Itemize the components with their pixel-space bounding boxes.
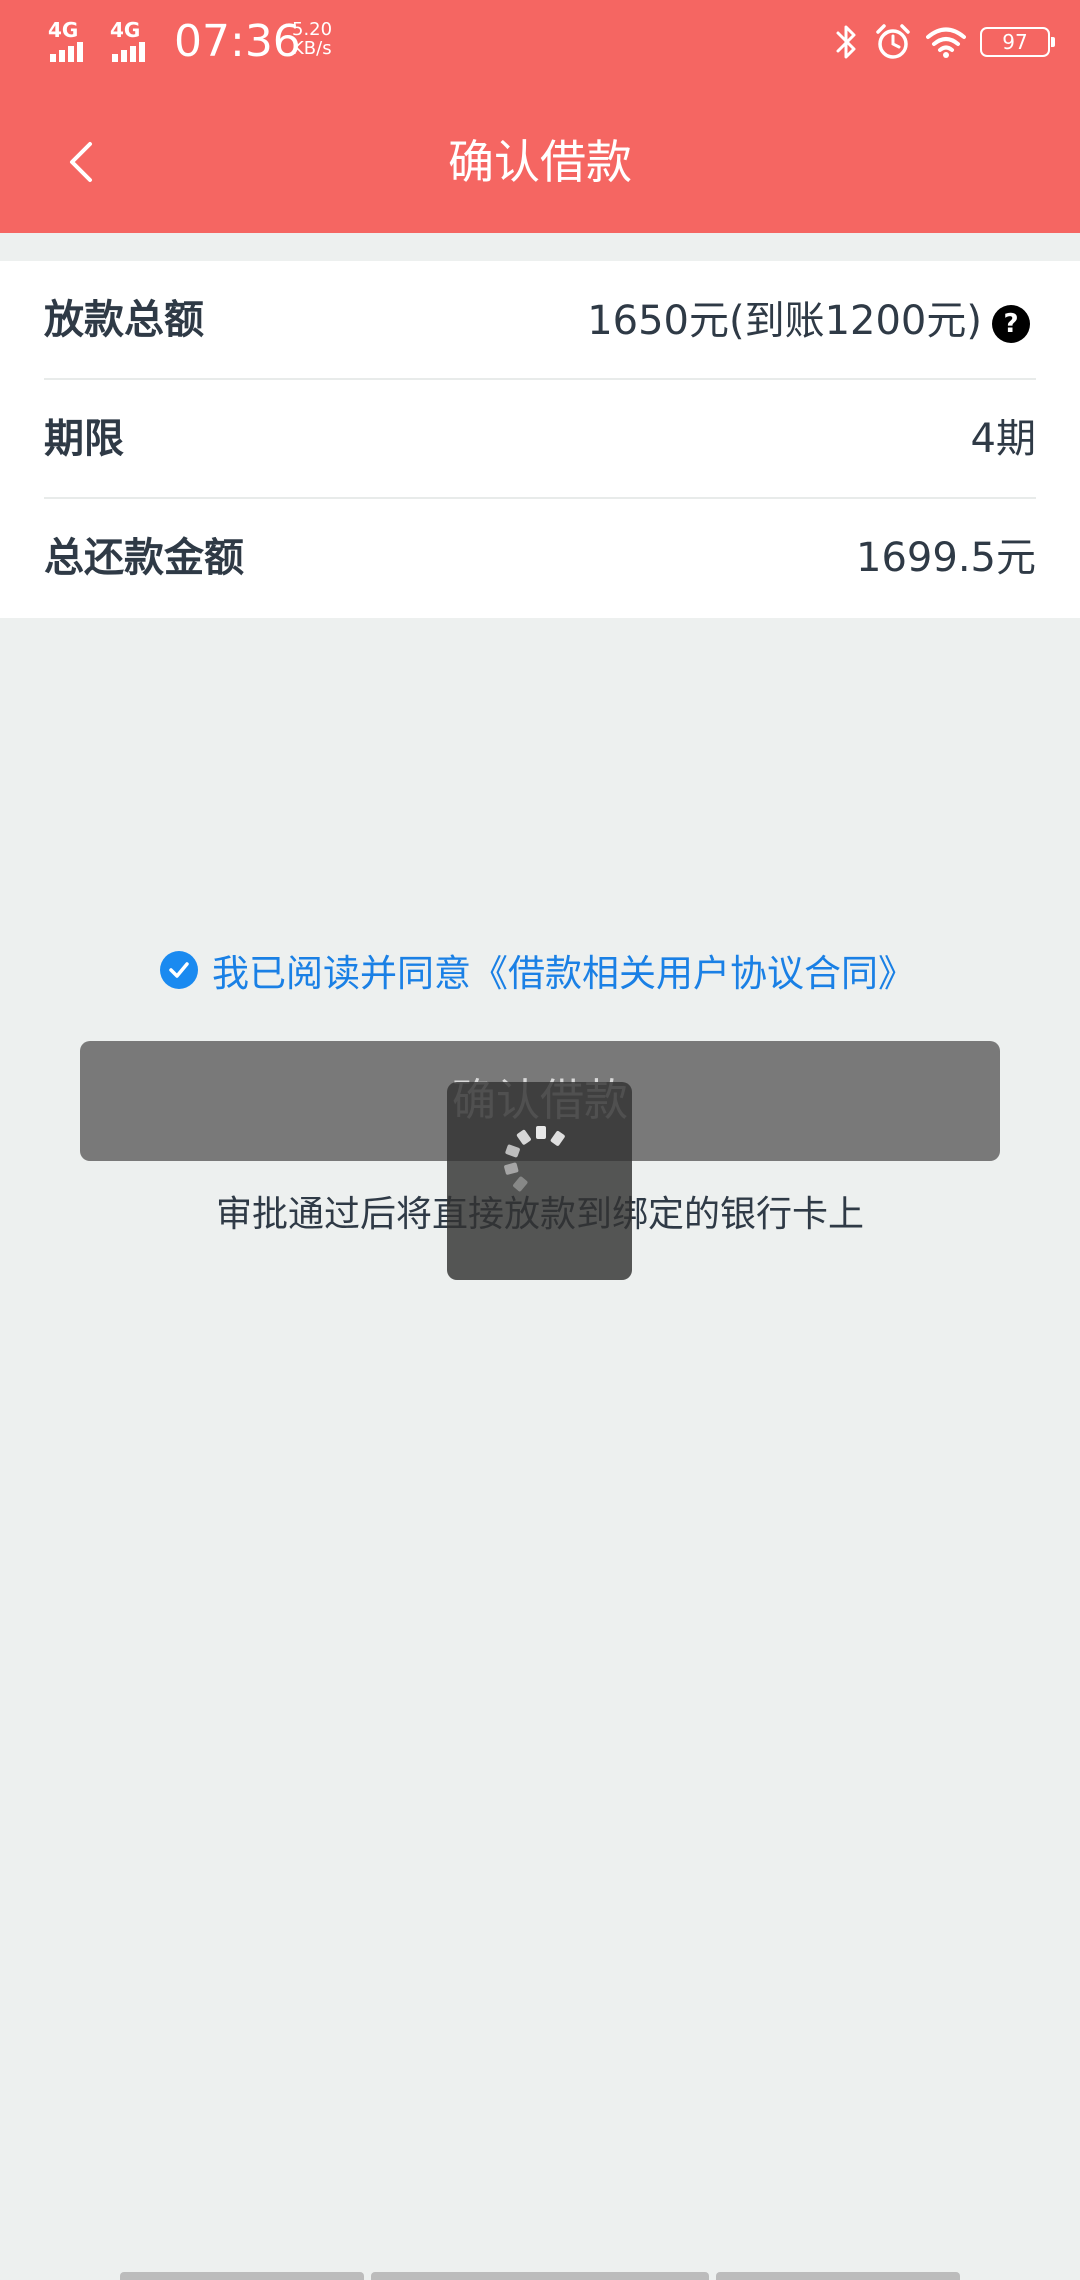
network-speed-value: 5.20 [292, 19, 333, 40]
spinner-icon [503, 1126, 565, 1192]
agreement-text: 我已阅读并同意 [212, 952, 471, 995]
status-icons: 97 [834, 18, 1055, 66]
nav-bar-segment [716, 2272, 960, 2280]
loan-term-row: 期限 4期 [0, 380, 1080, 499]
battery-icon: 97 [980, 27, 1055, 57]
network-speed: 5.20 KB/s [292, 20, 352, 58]
status-time: 07:36 [174, 16, 301, 67]
loan-info-card: 放款总额 1650元(到账1200元) ? 期限 4期 总还款金额 1699.5… [0, 261, 1080, 618]
back-arrow-icon [70, 142, 92, 182]
network-speed-unit: KB/s [292, 38, 332, 59]
help-icon[interactable]: ? [992, 304, 1030, 343]
signal-bars-icon [112, 40, 152, 62]
battery-level: 97 [1002, 30, 1028, 54]
check-icon [169, 962, 189, 978]
nav-bar-segment [120, 2272, 364, 2280]
signal-bars-icon [50, 40, 90, 62]
page-title: 确认借款 [448, 135, 632, 189]
loan-amount-row: 放款总额 1650元(到账1200元) ? [0, 261, 1080, 380]
bluetooth-icon [834, 22, 860, 62]
total-repayment-row: 总还款金额 1699.5元 [0, 499, 1080, 618]
network-type-label: 4G [48, 18, 79, 42]
status-bar: 4G 4G 07:36 5.20 KB/s 97 [0, 0, 1080, 84]
total-repayment-label: 总还款金额 [44, 535, 244, 581]
loan-amount-value-group: 1650元(到账1200元) ? [587, 261, 1030, 380]
agreement-link[interactable]: 《借款相关用户协议合同》 [471, 943, 915, 997]
network-type-label: 4G [110, 18, 141, 42]
wifi-icon [926, 26, 966, 58]
agreement-checkbox[interactable] [160, 951, 198, 989]
agreement-row: 我已阅读并同意 《借款相关用户协议合同》 [160, 940, 940, 1000]
loading-overlay [447, 1082, 632, 1280]
back-button[interactable] [48, 120, 112, 204]
nav-bar-segment [371, 2272, 709, 2280]
loan-term-label: 期限 [44, 416, 124, 462]
signal-indicator-2: 4G [110, 20, 166, 64]
loan-amount-value: 1650元(到账1200元) [587, 297, 982, 344]
loan-amount-label: 放款总额 [44, 297, 204, 343]
loan-term-value: 4期 [970, 416, 1036, 462]
app-header: 4G 4G 07:36 5.20 KB/s 97 确认借款 [0, 0, 1080, 233]
alarm-icon [874, 23, 912, 61]
total-repayment-value: 1699.5元 [856, 535, 1036, 581]
signal-indicator-1: 4G [48, 20, 104, 64]
